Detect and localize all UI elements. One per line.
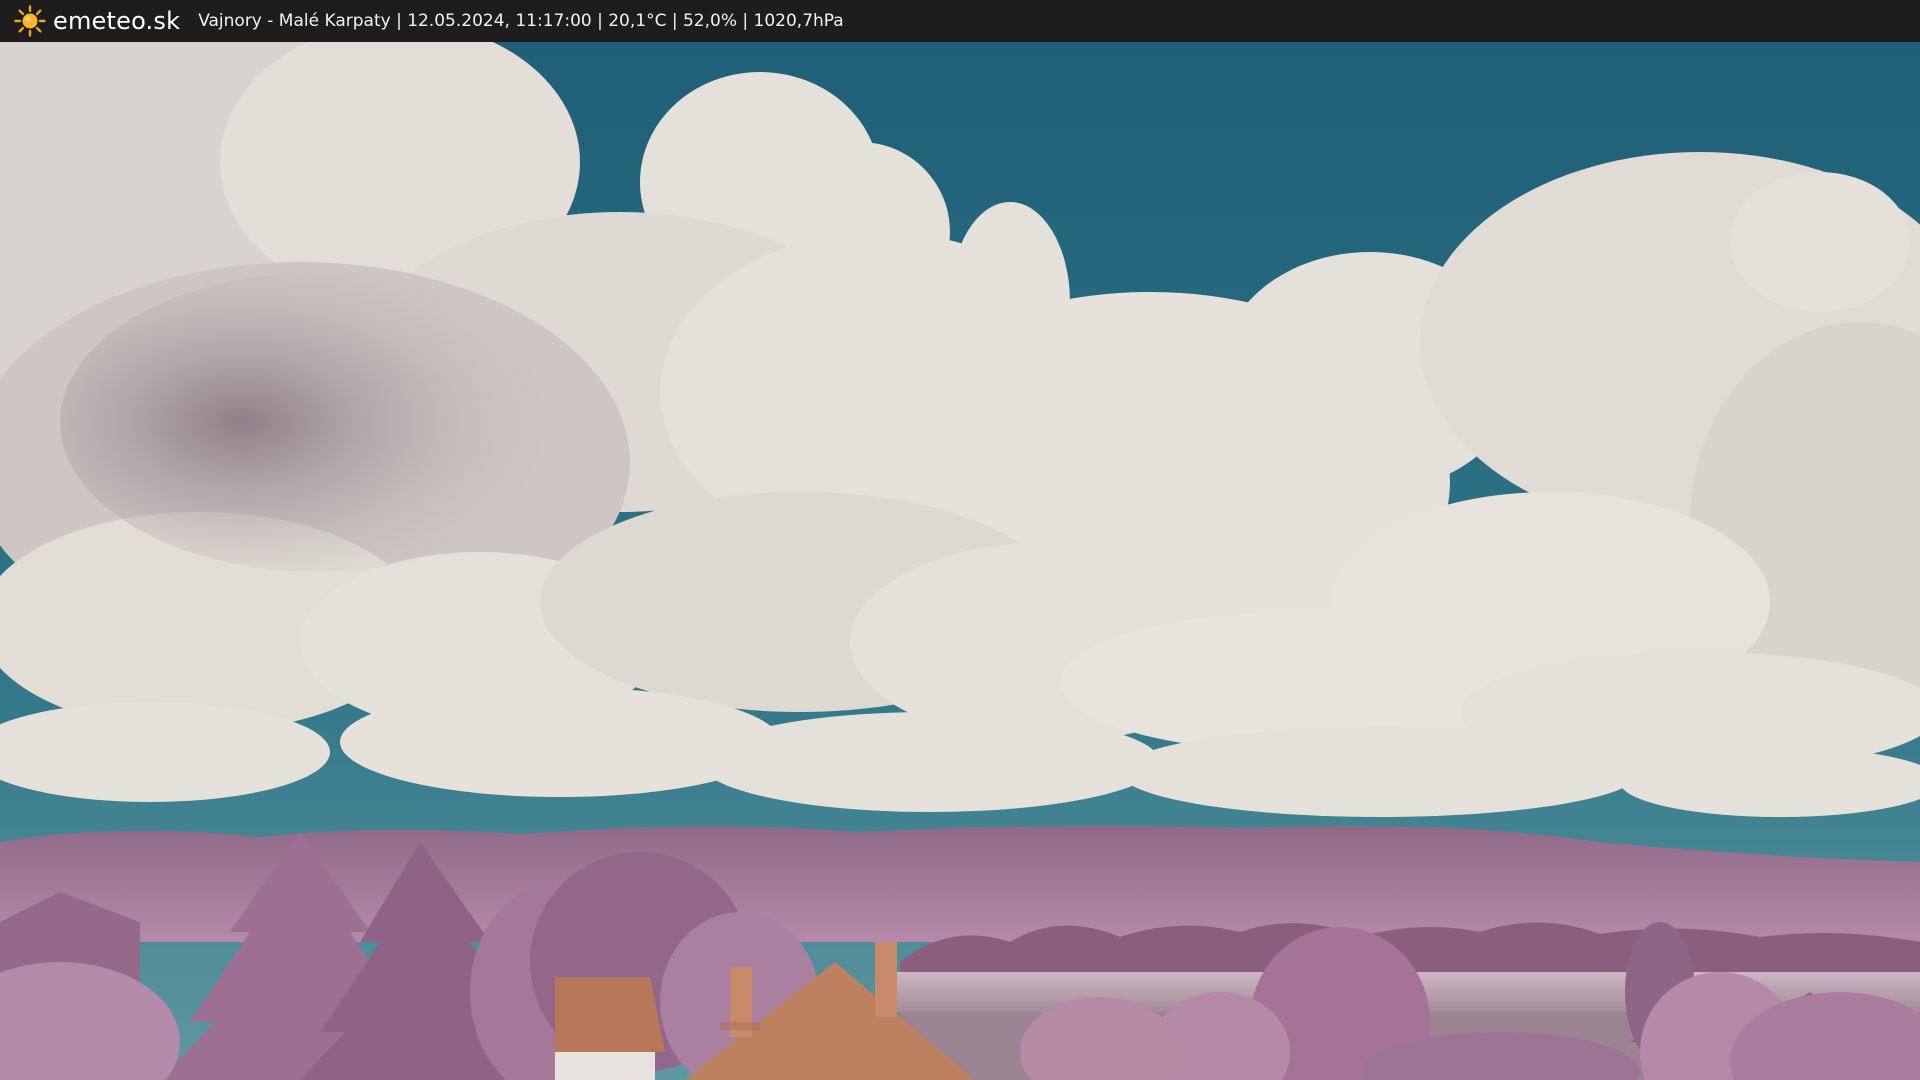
top-bar: emeteo.sk Vajnory - Malé Karpaty | 12.05… — [0, 0, 1920, 42]
brand-name[interactable]: emeteo.sk — [53, 7, 180, 35]
sun-icon — [14, 5, 46, 37]
weather-info: Vajnory - Malé Karpaty | 12.05.2024, 11:… — [198, 11, 844, 31]
webcam-image — [0, 42, 1920, 1080]
emeteo-logo[interactable]: emeteo.sk — [14, 5, 180, 37]
